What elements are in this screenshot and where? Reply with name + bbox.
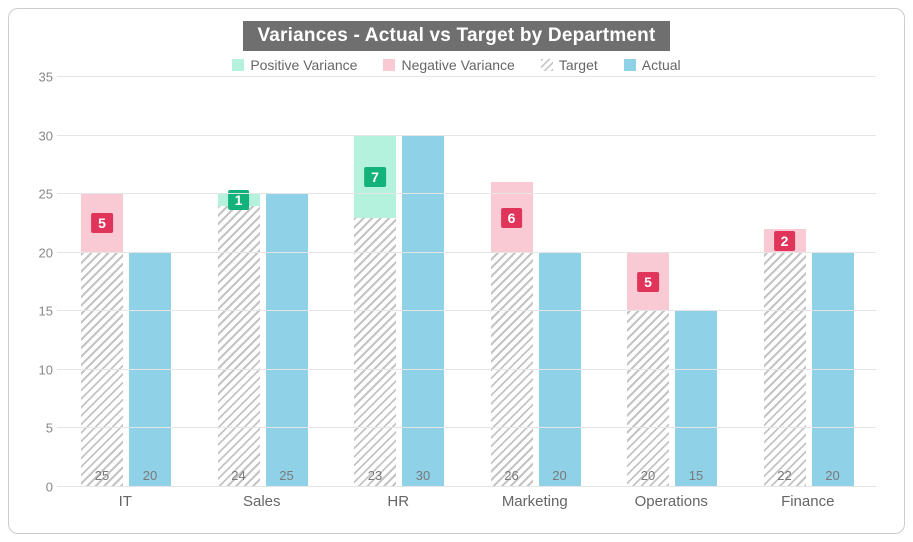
y-tick-label: 10 [27, 362, 53, 377]
actual-bar [266, 194, 308, 487]
y-tick-label: 30 [27, 128, 53, 143]
legend-label: Negative Variance [401, 57, 514, 73]
legend-item-target: Target [541, 57, 598, 73]
swatch-negative-icon [383, 59, 395, 71]
grid-line [57, 135, 876, 136]
category-finance: 22220Finance [740, 77, 877, 487]
category-label: Operations [603, 487, 740, 510]
grid-line [57, 252, 876, 253]
category-sales: 12425Sales [194, 77, 331, 487]
category-operations: 52015Operations [603, 77, 740, 487]
variance-badge: 5 [91, 213, 113, 233]
grid-line [57, 76, 876, 77]
y-tick-label: 35 [27, 70, 53, 85]
legend-item-actual: Actual [624, 57, 681, 73]
category-marketing: 62620Marketing [467, 77, 604, 487]
variance-badge: 5 [637, 272, 659, 292]
variance-badge: 6 [501, 208, 523, 228]
target-bar [218, 206, 260, 487]
variance-badge: 7 [364, 167, 386, 187]
grid-line [57, 193, 876, 194]
grid-line [57, 427, 876, 428]
chart-title: Variances - Actual vs Target by Departme… [243, 21, 669, 51]
target-value-label: 20 [627, 468, 669, 483]
target-bar [764, 229, 806, 487]
positive-variance-box: 7 [354, 136, 396, 218]
category-group: 52520IT12425Sales72330HR62620Marketing52… [57, 77, 876, 487]
actual-bar [675, 311, 717, 487]
actual-value-label: 30 [402, 468, 444, 483]
target-value-label: 25 [81, 468, 123, 483]
target-value-label: 23 [354, 468, 396, 483]
actual-value-label: 20 [129, 468, 171, 483]
legend-item-positive: Positive Variance [232, 57, 357, 73]
category-label: IT [57, 487, 194, 510]
actual-bar [129, 253, 171, 487]
legend: Positive Variance Negative Variance Targ… [27, 57, 886, 73]
actual-value-label: 25 [266, 468, 308, 483]
negative-variance-box: 5 [81, 194, 123, 253]
actual-value-label: 20 [539, 468, 581, 483]
legend-label: Target [559, 57, 598, 73]
grid-line [57, 369, 876, 370]
negative-variance-box: 2 [764, 229, 806, 252]
actual-value-label: 20 [812, 468, 854, 483]
actual-bar [539, 253, 581, 487]
swatch-actual-icon [624, 59, 636, 71]
category-label: Marketing [467, 487, 604, 510]
swatch-positive-icon [232, 59, 244, 71]
y-tick-label: 5 [27, 421, 53, 436]
plot-area: 52520IT12425Sales72330HR62620Marketing52… [57, 77, 876, 487]
actual-bar [812, 253, 854, 487]
category-label: Sales [194, 487, 331, 510]
title-wrap: Variances - Actual vs Target by Departme… [27, 21, 886, 51]
y-tick-label: 20 [27, 245, 53, 260]
target-value-label: 22 [764, 468, 806, 483]
target-value-label: 24 [218, 468, 260, 483]
legend-item-negative: Negative Variance [383, 57, 514, 73]
grid-line [57, 486, 876, 487]
negative-variance-box: 5 [627, 253, 669, 312]
target-value-label: 26 [491, 468, 533, 483]
y-tick-label: 15 [27, 304, 53, 319]
y-tick-label: 25 [27, 187, 53, 202]
category-it: 52520IT [57, 77, 194, 487]
actual-value-label: 15 [675, 468, 717, 483]
chart-container: Variances - Actual vs Target by Departme… [8, 8, 905, 534]
category-label: HR [330, 487, 467, 510]
legend-label: Actual [642, 57, 681, 73]
legend-label: Positive Variance [250, 57, 357, 73]
variance-badge: 2 [774, 231, 796, 251]
positive-variance-box: 1 [218, 194, 260, 206]
swatch-target-icon [541, 59, 553, 71]
target-bar [354, 218, 396, 487]
grid-line [57, 310, 876, 311]
y-tick-label: 0 [27, 480, 53, 495]
category-label: Finance [740, 487, 877, 510]
category-hr: 72330HR [330, 77, 467, 487]
